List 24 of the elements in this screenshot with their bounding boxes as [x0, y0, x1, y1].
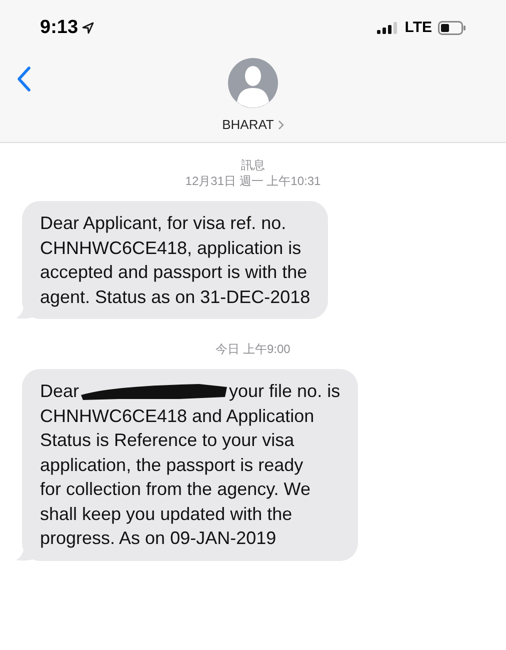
contact-name-button[interactable]: BHARAT	[222, 115, 284, 134]
message-text: Status is Reference to your visa	[40, 429, 296, 452]
avatar-icon[interactable]	[228, 58, 278, 108]
back-chevron-icon	[16, 66, 32, 92]
location-arrow-icon	[82, 22, 94, 34]
battery-icon	[438, 21, 466, 35]
message-text: for collection from the agency. We	[40, 478, 312, 501]
message-text: shall keep you updated with the	[40, 502, 294, 526]
message-text: progress. As on 09-JAN-2019	[40, 527, 278, 550]
message-text: CHNHWC6CE418, application is	[40, 236, 302, 260]
message-timestamp: 今日 上午9:00	[216, 341, 290, 357]
message-text: accepted and passport is with the	[40, 261, 308, 284]
message-timestamp: 12月31日 週一 上午10:31	[185, 173, 321, 189]
service-label: 訊息	[241, 157, 265, 173]
message-text: application, the passport is ready	[40, 454, 304, 477]
network-label: LTE	[404, 18, 432, 38]
clock-time: 9:13	[40, 16, 78, 40]
message-text: agent. Status as on 31-DEC-2018	[40, 286, 310, 309]
message-text: Dear Applicant, for visa ref. no.	[40, 212, 288, 235]
signal-icon	[376, 22, 399, 34]
message-text: your file no. is	[229, 380, 340, 403]
message-text: Dear	[40, 380, 80, 403]
chevron-right-icon	[278, 120, 284, 130]
message-text: CHNHWC6CE418 and Application	[40, 404, 316, 428]
